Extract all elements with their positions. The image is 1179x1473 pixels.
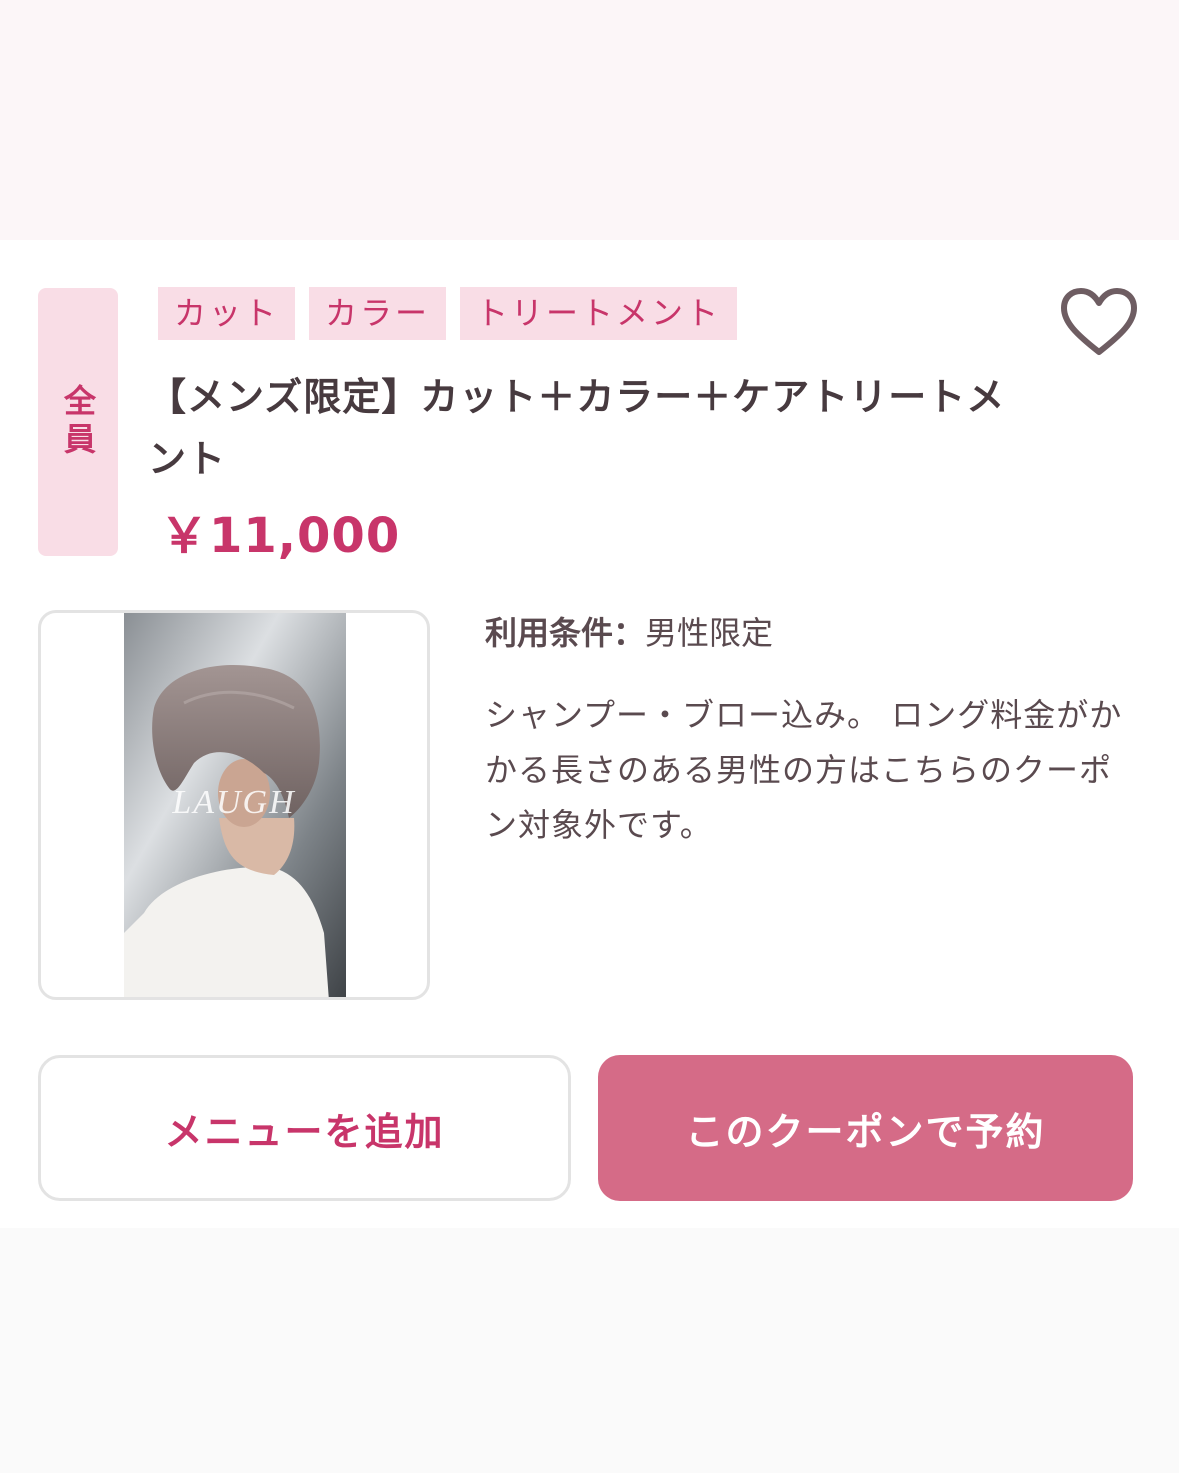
- usage-conditions: 利用条件：男性限定: [485, 608, 773, 654]
- bottom-spacer: [0, 1228, 1179, 1473]
- coupon-card: 全員 カット カラー トリートメント 【メンズ限定】カット＋カラー＋ケアトリート…: [0, 240, 1179, 1228]
- coupon-title: 【メンズ限定】カット＋カラー＋ケアトリートメント: [148, 375, 1006, 481]
- coupon-description: シャンプー・ブロー込み。 ロング料金がかかる長さのある男性の方はこちらのクーポン…: [485, 696, 1123, 844]
- reserve-with-coupon-button[interactable]: このクーポンで予約: [598, 1055, 1133, 1201]
- hairstyle-photo: LAUGH: [124, 613, 346, 997]
- target-badge-label: 全員: [59, 384, 97, 460]
- target-badge: 全員: [38, 288, 118, 556]
- reserve-button-label: このクーポンで予約: [685, 1109, 1046, 1154]
- tag-list: カット カラー トリートメント: [158, 287, 738, 340]
- heart-outline-icon: [1061, 288, 1137, 355]
- add-menu-button-label: メニューを追加: [164, 1109, 445, 1154]
- tag-color: カラー: [309, 287, 447, 340]
- favorite-button[interactable]: [1058, 286, 1140, 358]
- coupon-price: ￥11,000: [160, 508, 401, 564]
- photo-watermark: LAUGH: [171, 784, 296, 821]
- tag-cut: カット: [158, 287, 296, 340]
- coupon-image-frame: LAUGH: [38, 610, 430, 1000]
- add-menu-button[interactable]: メニューを追加: [38, 1055, 571, 1201]
- tag-treatment: トリートメント: [460, 287, 738, 340]
- conditions-label: 利用条件：: [485, 614, 646, 652]
- top-spacer: [0, 0, 1179, 240]
- conditions-value: 男性限定: [645, 614, 774, 652]
